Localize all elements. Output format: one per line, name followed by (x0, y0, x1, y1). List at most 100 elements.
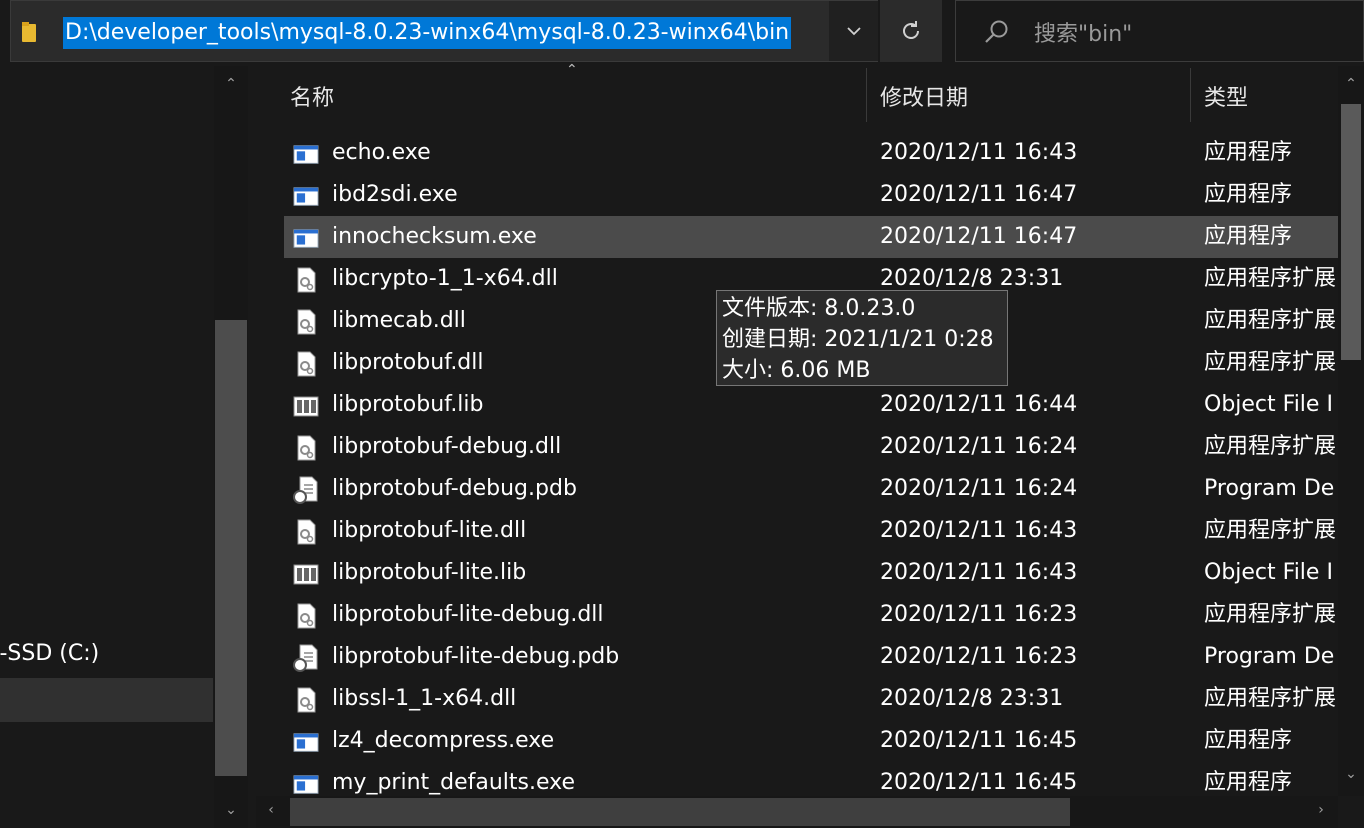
search-box[interactable]: 搜索"bin" (955, 0, 1364, 62)
file-modified-date: 2020/12/11 16:47 (880, 182, 1078, 207)
scroll-down-icon[interactable]: ⌄ (1338, 766, 1364, 782)
horizontal-scrollbar-thumb[interactable] (290, 798, 1070, 826)
lib-icon (292, 560, 320, 586)
scroll-down-icon[interactable]: ⌄ (214, 802, 248, 818)
refresh-button[interactable] (880, 0, 942, 62)
address-path[interactable]: D:\developer_tools\mysql-8.0.23-winx64\m… (63, 17, 792, 49)
column-divider[interactable] (1190, 68, 1191, 122)
file-row[interactable]: libprotobuf-lite.lib 2020/12/11 16:43 Obje… (284, 552, 1338, 594)
dll-icon (292, 308, 320, 335)
file-row[interactable]: ibd2sdi.exe 2020/12/11 16:47 应用程序 (284, 174, 1338, 216)
scroll-up-icon[interactable]: ⌃ (214, 76, 248, 92)
dll-icon (292, 350, 320, 377)
file-type: Program De (1204, 644, 1335, 669)
dll-icon (292, 602, 320, 629)
file-type: 应用程序扩展 (1204, 308, 1337, 333)
dll-icon (292, 434, 320, 461)
file-name: innochecksum.exe (332, 224, 537, 249)
tooltip-version: 文件版本: 8.0.23.0 (722, 296, 916, 321)
column-header-name[interactable]: 名称 (290, 80, 334, 112)
nav-item-label: s-SSD (C:) (0, 641, 100, 666)
file-row[interactable]: libprotobuf.lib 2020/12/11 16:44 Object Fi… (284, 384, 1338, 426)
file-row[interactable]: innochecksum.exe 2020/12/11 16:47 应用程序 (284, 216, 1338, 258)
file-name: libprotobuf-lite-debug.pdb (332, 644, 620, 669)
lib-icon (292, 392, 320, 418)
file-name: libprotobuf.dll (332, 350, 484, 375)
nav-item-drive-c[interactable]: s-SSD (C:) (0, 632, 213, 676)
file-type: Object File I (1204, 560, 1333, 585)
file-type: 应用程序扩展 (1204, 350, 1337, 375)
file-modified-date: 2020/12/11 16:23 (880, 644, 1078, 669)
file-modified-date: 2020/12/11 16:43 (880, 518, 1078, 543)
chevron-down-icon (846, 27, 861, 36)
file-name: echo.exe (332, 140, 431, 165)
file-type: 应用程序 (1204, 182, 1293, 207)
file-row[interactable]: echo.exe 2020/12/11 16:43 应用程序 (284, 132, 1338, 174)
column-divider[interactable] (866, 68, 867, 122)
file-name: libprotobuf-lite.lib (332, 560, 527, 585)
file-name: libssl-1_1-x64.dll (332, 686, 517, 711)
scroll-up-icon[interactable]: ⌃ (1338, 76, 1364, 92)
nav-item-selected[interactable] (0, 678, 213, 722)
file-type: 应用程序扩展 (1204, 602, 1337, 627)
file-name: libcrypto-1_1-x64.dll (332, 266, 558, 291)
file-name: lz4_decompress.exe (332, 728, 555, 753)
nav-scrollbar[interactable]: ⌃ ⌄ (214, 66, 248, 828)
file-modified-date: 2020/12/11 16:43 (880, 560, 1078, 585)
file-name: libprotobuf-debug.dll (332, 434, 562, 459)
navigation-pane: s-SSD (C:) ⌃ ⌄ (0, 66, 250, 828)
file-modified-date: 2020/12/11 16:43 (880, 140, 1078, 165)
scroll-right-icon[interactable]: › (1306, 802, 1336, 818)
file-row[interactable]: libprotobuf-debug.dll 2020/12/11 16:24 应用程… (284, 426, 1338, 468)
file-type: 应用程序扩展 (1204, 266, 1337, 291)
file-name: ibd2sdi.exe (332, 182, 458, 207)
pdb-icon (292, 476, 320, 504)
file-modified-date: 2020/12/11 16:24 (880, 434, 1078, 459)
file-list-scrollbar[interactable]: ⌃ ⌄ (1338, 66, 1364, 796)
file-row[interactable]: libprotobuf-debug.pdb 2020/12/11 16:24 Pro… (284, 468, 1338, 510)
file-row[interactable]: libssl-1_1-x64.dll 2020/12/8 23:31 应用程序扩展 (284, 678, 1338, 720)
file-list-scrollbar-thumb[interactable] (1341, 104, 1361, 360)
file-row[interactable]: libprotobuf-lite-debug.pdb 2020/12/11 16:… (284, 636, 1338, 678)
file-row[interactable]: libprotobuf-lite.dll 2020/12/11 16:43 应用程序… (284, 510, 1338, 552)
exe-icon (292, 182, 320, 208)
nav-scrollbar-thumb[interactable] (215, 320, 247, 776)
file-type: 应用程序 (1204, 770, 1293, 795)
horizontal-scrollbar[interactable]: ‹ › (256, 796, 1338, 828)
file-type: 应用程序 (1204, 224, 1293, 249)
sort-ascending-icon: ⌃ (566, 62, 578, 78)
column-header-date[interactable]: 修改日期 (880, 80, 968, 112)
folder-icon (22, 22, 36, 42)
file-type: Object File I (1204, 392, 1333, 417)
file-modified-date: 2020/12/11 16:24 (880, 476, 1078, 501)
file-type: 应用程序扩展 (1204, 686, 1337, 711)
file-type: 应用程序 (1204, 728, 1293, 753)
address-bar[interactable]: D:\developer_tools\mysql-8.0.23-winx64\m… (10, 0, 878, 62)
file-type: 应用程序扩展 (1204, 518, 1337, 543)
file-modified-date: 2020/12/11 16:44 (880, 392, 1078, 417)
search-icon (985, 20, 1008, 43)
tooltip-created: 创建日期: 2021/1/21 0:28 (722, 327, 994, 352)
file-row[interactable]: my_print_defaults.exe 2020/12/11 16:45 应用程… (284, 762, 1338, 796)
file-list-pane: ⌃ 名称 修改日期 类型 echo.exe 2020/12/11 16:43 应用程… (256, 62, 1364, 828)
file-row[interactable]: lz4_decompress.exe 2020/12/11 16:45 应用程序 (284, 720, 1338, 762)
exe-icon (292, 728, 320, 754)
dll-icon (292, 686, 320, 713)
tooltip-size: 大小: 6.06 MB (722, 358, 871, 383)
file-name: libprotobuf-lite.dll (332, 518, 527, 543)
file-modified-date: 2020/12/11 16:23 (880, 602, 1078, 627)
scroll-left-icon[interactable]: ‹ (256, 802, 286, 818)
column-header-type[interactable]: 类型 (1204, 80, 1248, 112)
address-history-dropdown-button[interactable] (829, 1, 878, 61)
file-name: libprotobuf-debug.pdb (332, 476, 577, 501)
file-type: 应用程序 (1204, 140, 1293, 165)
pdb-icon (292, 644, 320, 672)
dll-icon (292, 266, 320, 293)
top-bar: D:\developer_tools\mysql-8.0.23-winx64\m… (0, 0, 1364, 66)
file-type: Program De (1204, 476, 1335, 501)
dll-icon (292, 518, 320, 545)
column-headers: ⌃ 名称 修改日期 类型 (256, 62, 1338, 128)
file-row[interactable]: libprotobuf-lite-debug.dll 2020/12/11 16:… (284, 594, 1338, 636)
file-name: libmecab.dll (332, 308, 466, 333)
search-placeholder: 搜索"bin" (1034, 22, 1133, 47)
